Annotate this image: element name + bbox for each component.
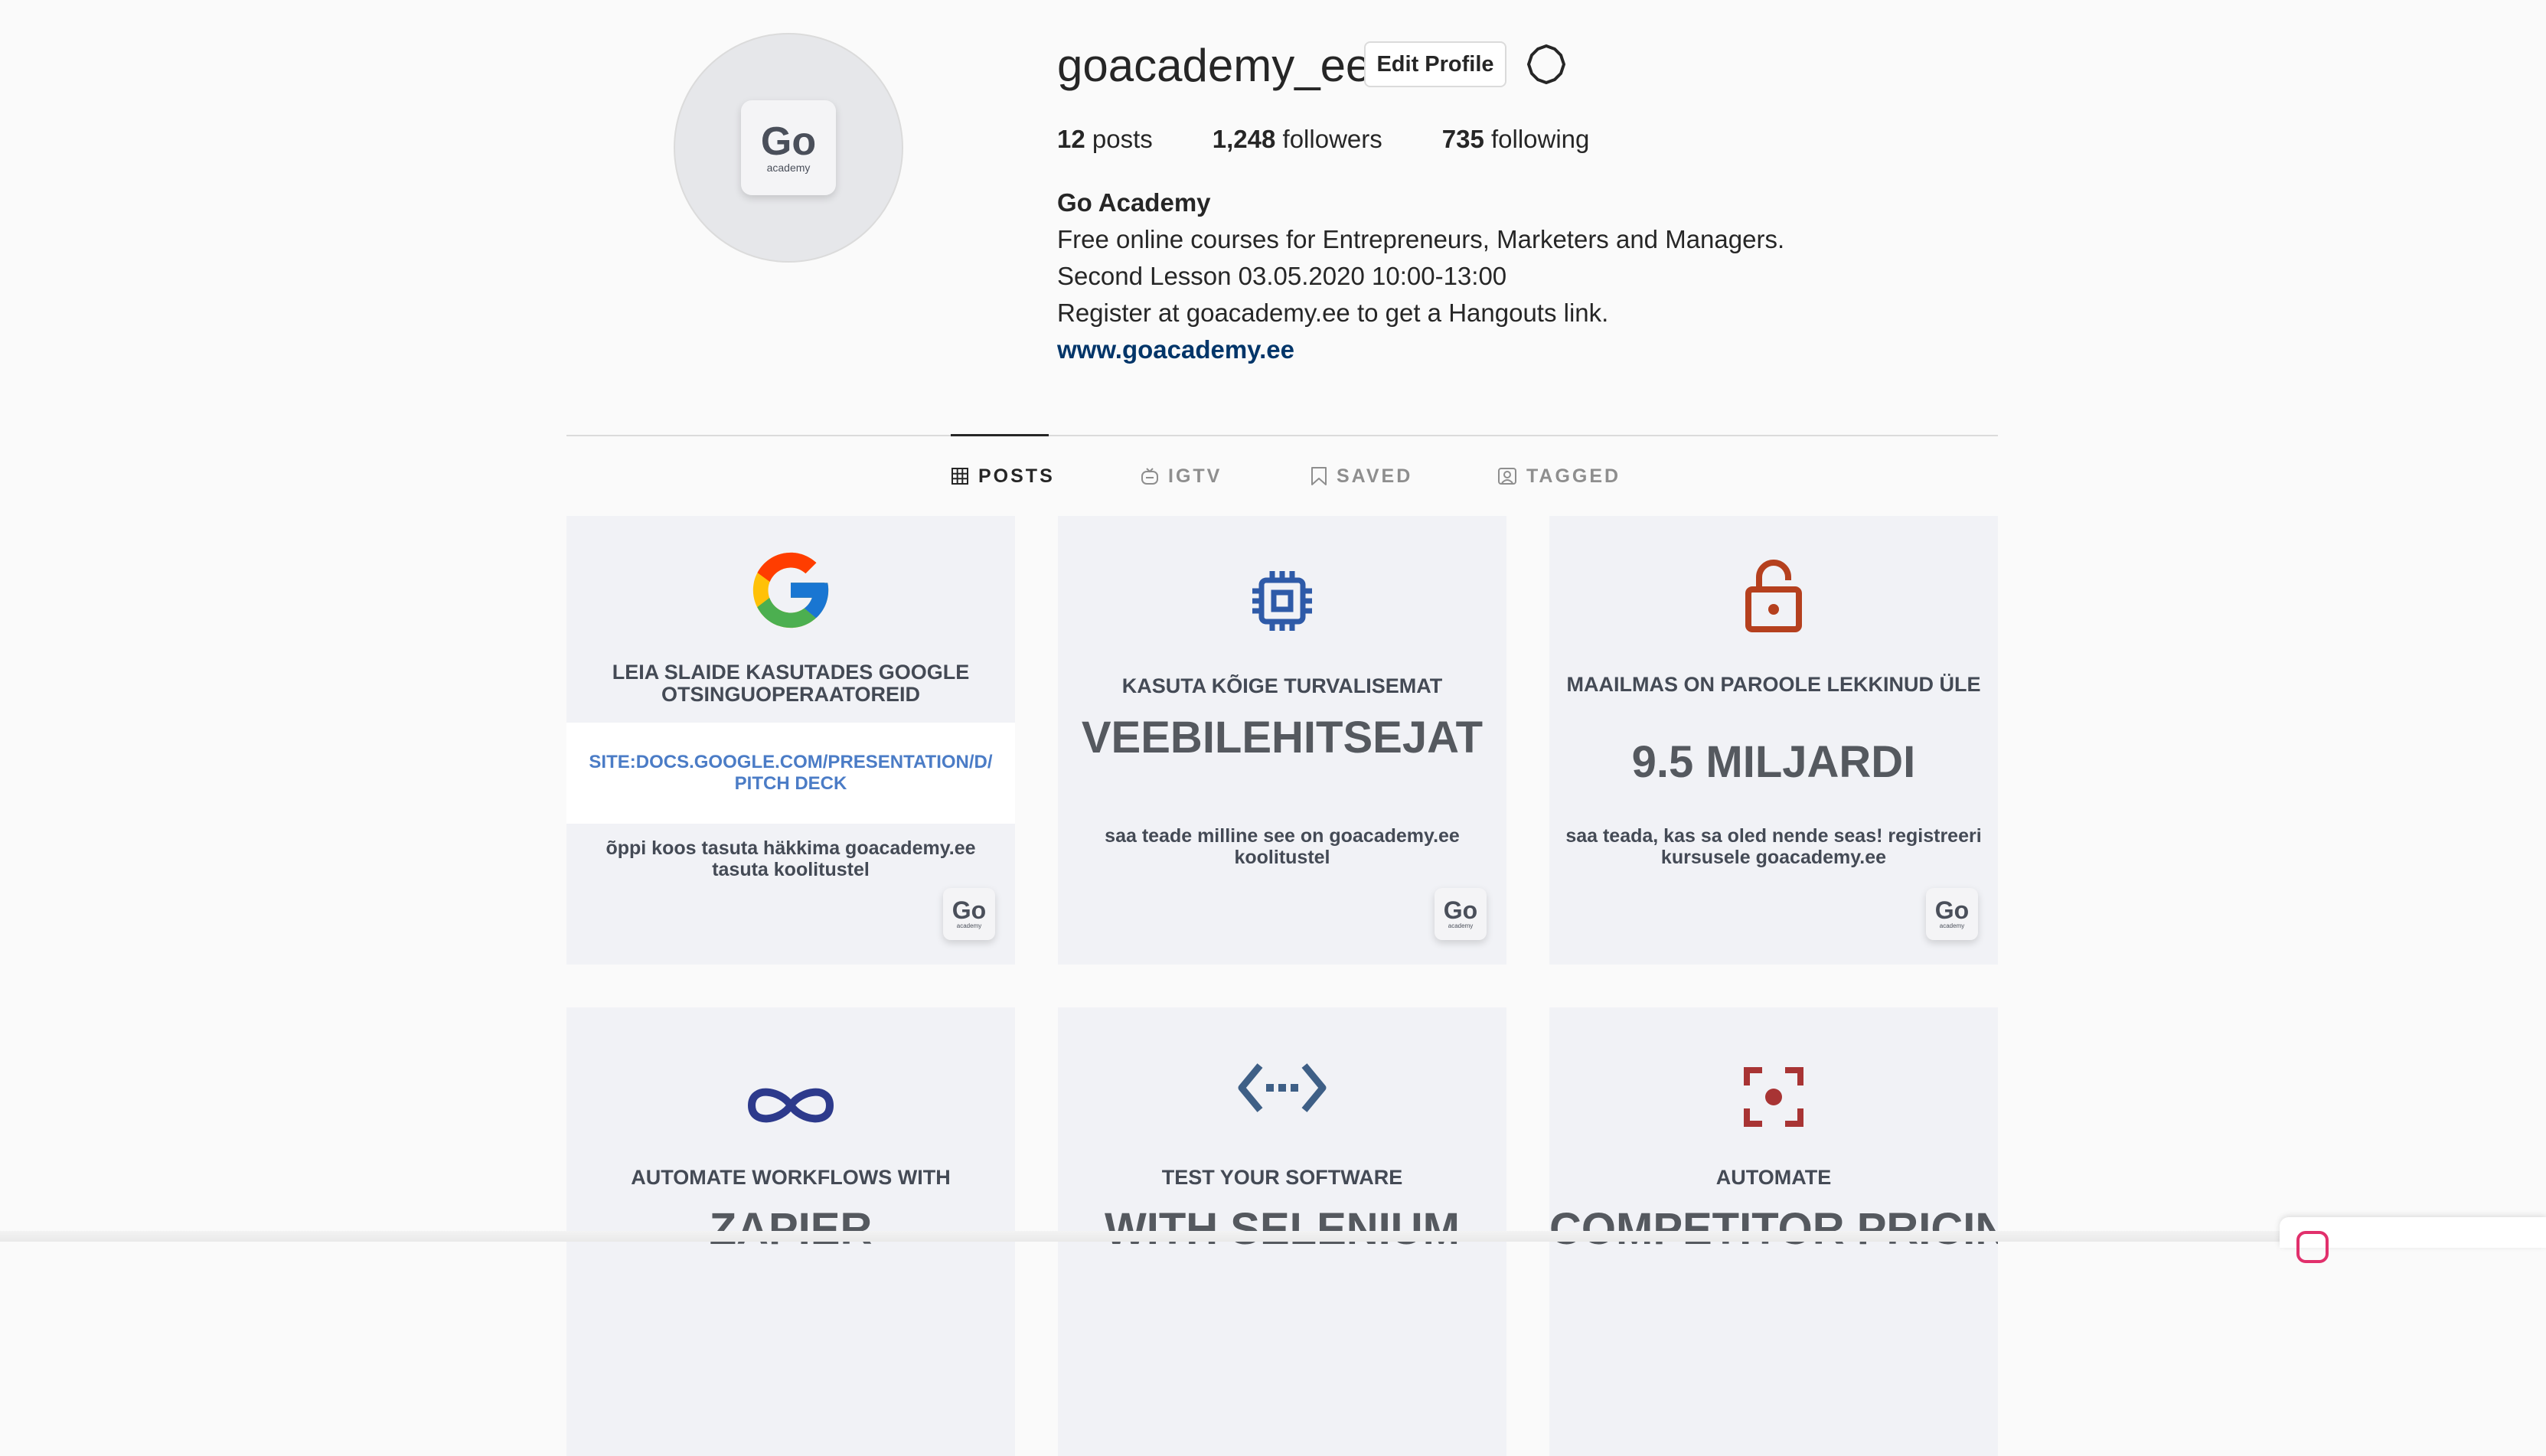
infinity-icon (747, 1088, 834, 1123)
edit-profile-button[interactable]: Edit Profile (1364, 41, 1506, 87)
following-stat[interactable]: 735 following (1442, 122, 1590, 156)
tabs-divider (566, 435, 1998, 436)
post-big-text: COMPETITOR PRICING (1549, 1204, 1998, 1254)
tab-saved-label: SAVED (1337, 465, 1413, 487)
followers-stat[interactable]: 1,248 followers (1213, 122, 1382, 156)
post-tile[interactable]: KASUTA KÕIGE TURVALISEMAT VEEBILEHITSEJA… (1058, 516, 1506, 965)
bottom-bar (0, 1231, 2546, 1242)
post-caption: saa teada, kas sa oled nende seas! regis… (1565, 825, 1982, 868)
bio-website-link[interactable]: www.goacademy.ee (1057, 331, 1784, 368)
post-url-text: SITE:DOCS.GOOGLE.COM/PRESENTATION/D/ PIT… (589, 752, 993, 794)
bio-line: Register at goacademy.ee to get a Hangou… (1057, 299, 1609, 327)
post-heading: LEIA SLAIDE KASUTADES GOOGLE OTSINGUOPER… (612, 661, 970, 706)
settings-gear-icon[interactable] (1523, 41, 1569, 87)
posts-count: 12 (1057, 125, 1085, 153)
tab-igtv[interactable]: IGTV (1141, 462, 1222, 490)
post-big-text: WITH SELENIUM (1105, 1204, 1460, 1254)
posts-label: posts (1092, 125, 1153, 153)
post-big-text: VEEBILEHITSEJAT (1081, 713, 1484, 762)
post-heading: MAAILMAS ON PAROOLE LEKKINUD ÜLE (1566, 673, 1981, 696)
go-academy-logo: Go academy (1926, 888, 1978, 940)
grid-icon (951, 468, 968, 485)
igtv-icon (1141, 468, 1158, 485)
profile-stats: 12 posts 1,248 followers 735 following (1057, 122, 1649, 156)
logo-go-text: Go (760, 119, 817, 164)
focus-target-icon (1744, 1067, 1803, 1127)
google-g-icon (752, 552, 829, 628)
tab-posts-label: POSTS (978, 465, 1055, 487)
code-arrows-icon (1238, 1063, 1327, 1112)
post-tile[interactable]: MAAILMAS ON PAROOLE LEKKINUD ÜLE 9.5 MIL… (1549, 516, 1998, 965)
tagged-person-icon (1498, 468, 1516, 485)
bookmark-icon (1311, 467, 1327, 485)
logo-go-text: Go (1443, 896, 1478, 924)
chip-icon (1252, 571, 1312, 631)
logo-sub-text: academy (956, 922, 982, 929)
profile-avatar[interactable]: Go academy (674, 33, 903, 263)
go-academy-logo: Go academy (741, 100, 836, 195)
unlock-icon (1745, 560, 1802, 632)
post-big-text: 9.5 MILJARDI (1631, 737, 1916, 787)
post-url-box: SITE:DOCS.GOOGLE.COM/PRESENTATION/D/ PIT… (566, 723, 1015, 824)
post-heading: AUTOMATE WORKFLOWS WITH (631, 1166, 951, 1189)
go-academy-logo: Go academy (943, 888, 995, 940)
profile-bio: Go Academy Free online courses for Entre… (1057, 184, 1784, 368)
tab-saved[interactable]: SAVED (1311, 462, 1412, 490)
post-big-text: ZAPIER (709, 1204, 873, 1254)
post-caption: õppi koos tasuta häkkima goacademy.ee ta… (605, 837, 976, 880)
following-count: 735 (1441, 125, 1484, 153)
tab-igtv-label: IGTV (1168, 465, 1222, 487)
post-heading: AUTOMATE (1715, 1166, 1832, 1189)
following-label: following (1490, 125, 1590, 153)
logo-go-text: Go (951, 896, 987, 924)
tab-tagged-label: TAGGED (1526, 465, 1621, 487)
open-in-app-banner[interactable] (2280, 1217, 2546, 1263)
tab-posts[interactable]: POSTS (951, 462, 1055, 490)
profile-username: goacademy_ee (1057, 40, 1372, 91)
post-tile[interactable]: LEIA SLAIDE KASUTADES GOOGLE OTSINGUOPER… (566, 516, 1015, 965)
logo-sub-text: academy (766, 162, 811, 174)
active-tab-indicator (951, 434, 1049, 436)
logo-go-text: Go (1934, 896, 1970, 924)
followers-count: 1,248 (1212, 125, 1276, 153)
go-academy-logo: Go academy (1435, 888, 1487, 940)
logo-sub-text: academy (1939, 922, 1965, 929)
followers-label: followers (1282, 125, 1382, 153)
posts-stat: 12 posts (1057, 122, 1153, 156)
bio-line: Second Lesson 03.05.2020 10:00-13:00 (1057, 262, 1507, 290)
post-caption: saa teade milline see on goacademy.ee ko… (1105, 825, 1460, 868)
bio-name: Go Academy (1057, 188, 1211, 217)
logo-sub-text: academy (1448, 922, 1474, 929)
bio-line: Free online courses for Entrepreneurs, M… (1057, 225, 1785, 253)
post-heading: TEST YOUR SOFTWARE (1161, 1166, 1403, 1189)
instagram-icon (2296, 1231, 2329, 1263)
post-heading: KASUTA KÕIGE TURVALISEMAT (1121, 674, 1443, 697)
tab-tagged[interactable]: TAGGED (1497, 462, 1621, 490)
